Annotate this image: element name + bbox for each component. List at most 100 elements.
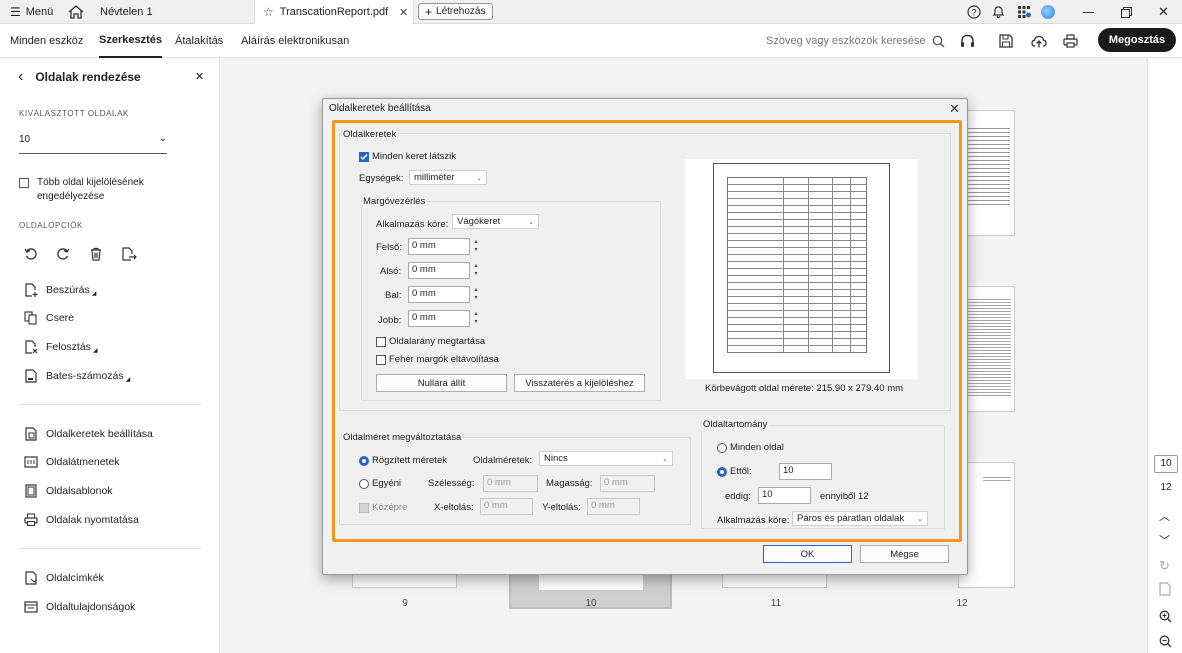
trash-icon[interactable]	[89, 247, 103, 261]
show-all-frames-checkbox[interactable]	[359, 152, 369, 162]
tool-bates[interactable]: Bates-számozás ◢	[24, 369, 130, 383]
tool-page-boxes[interactable]: Oldalkeretek beállítása	[24, 427, 153, 441]
right-margin-spinner[interactable]: ▴ ▾	[471, 310, 481, 327]
tool-print-pages[interactable]: Oldalak nyomtatása	[24, 513, 139, 527]
page-number: 11	[770, 598, 782, 609]
apply-scope-label: Alkalmazás köre:	[717, 515, 790, 526]
insert-page-icon	[24, 283, 38, 297]
current-page-input[interactable]: 10	[1154, 455, 1178, 473]
tool-page-labels[interactable]: Oldalcímkék	[24, 571, 104, 585]
close-sidebar-icon[interactable]: ✕	[195, 70, 204, 83]
apply-scope-dropdown[interactable]: Páros és páratlan oldalak ⌄	[792, 511, 928, 526]
star-icon[interactable]: ☆	[263, 5, 274, 19]
cancel-label: Mégse	[890, 548, 919, 560]
units-dropdown[interactable]: milliméter ⌄	[409, 170, 487, 185]
rotate-left-icon[interactable]	[24, 247, 38, 261]
close-window-icon[interactable]: ✕	[1158, 0, 1169, 24]
top-margin-input[interactable]: 0 mm	[408, 238, 470, 255]
show-all-frames-label: Minden keret látszik	[372, 151, 456, 162]
sidebar: ‹ Oldalak rendezése ✕ KIVÁLASZTOTT OLDAL…	[0, 58, 220, 653]
cloud-upload-icon[interactable]	[1031, 24, 1047, 58]
menu-convert[interactable]: Átalakítás	[175, 24, 223, 58]
chevron-down-icon[interactable]: ﹀	[1159, 532, 1170, 548]
apps-grid-icon[interactable]	[1017, 0, 1031, 24]
avatar[interactable]	[1041, 0, 1055, 24]
zoom-in-icon[interactable]	[1159, 610, 1172, 623]
left-margin-spinner[interactable]: ▴ ▾	[471, 286, 481, 303]
page-number: 12	[956, 598, 968, 609]
home-icon[interactable]	[68, 0, 84, 24]
apply-to-dropdown[interactable]: Vágókeret ⌄	[452, 214, 539, 229]
tool-page-properties[interactable]: Oldaltulajdonságok	[24, 600, 135, 614]
multi-select-checkbox[interactable]	[19, 178, 29, 188]
bottom-margin-spinner[interactable]: ▴ ▾	[471, 262, 481, 279]
document-icon[interactable]	[1159, 582, 1171, 596]
title-bar: ☰ Menü Névtelen 1 ☆ TranscationReport.pd…	[0, 0, 1182, 24]
refresh-icon[interactable]: ↻	[1159, 558, 1170, 574]
keep-ratio-checkbox[interactable]	[376, 337, 386, 347]
selected-page-dropdown[interactable]: 10 ⌄	[19, 133, 167, 154]
revert-selection-button[interactable]: Visszatérés a kijelöléshez	[514, 374, 645, 392]
right-margin-input[interactable]: 0 mm	[408, 310, 470, 327]
to-input[interactable]: 10	[758, 487, 811, 504]
chevron-down-icon: ⌄	[158, 133, 167, 144]
save-icon[interactable]	[999, 24, 1013, 58]
dialog-title: Oldalkeretek beállítása	[329, 103, 431, 114]
tab-transaction-report[interactable]: ☆ TranscationReport.pdf ✕	[254, 0, 414, 24]
custom-size-label: Egyéni	[372, 478, 402, 489]
tool-bates-label: Bates-számozás	[46, 370, 124, 382]
custom-size-radio[interactable]	[359, 479, 369, 489]
tool-transitions[interactable]: Oldalátmenetek	[24, 455, 120, 469]
zoom-out-icon[interactable]	[1159, 635, 1172, 648]
replace-page-icon	[24, 311, 38, 325]
rotate-right-icon[interactable]	[56, 247, 70, 261]
top-margin-spinner[interactable]: ▴ ▾	[471, 238, 481, 255]
width-input[interactable]: 0 mm	[483, 475, 538, 492]
center-checkbox[interactable]	[359, 503, 369, 513]
y-offset-input[interactable]: 0 mm	[587, 498, 640, 515]
tool-templates[interactable]: Oldalsablonok	[24, 484, 113, 498]
chevron-up-icon[interactable]: ︿	[1159, 508, 1170, 524]
headphones-icon[interactable]	[960, 24, 975, 58]
tool-transitions-label: Oldalátmenetek	[46, 456, 120, 468]
bottom-margin-input[interactable]: 0 mm	[408, 262, 470, 279]
all-pages-radio[interactable]	[717, 443, 727, 453]
extract-page-icon[interactable]	[122, 247, 138, 262]
tab-untitled[interactable]: Névtelen 1	[88, 0, 254, 24]
cancel-button[interactable]: Mégse	[860, 545, 949, 563]
back-arrow-icon[interactable]: ‹	[18, 68, 23, 86]
menu-edit[interactable]: Szerkesztés	[99, 24, 162, 58]
menu-all-tools[interactable]: Minden eszköz	[10, 24, 83, 58]
tool-insert-label: Beszúrás	[46, 284, 90, 296]
x-offset-input[interactable]: 0 mm	[480, 498, 533, 515]
menu-button[interactable]: ☰ Menü	[10, 0, 53, 24]
left-margin-label: Bal:	[385, 290, 402, 301]
restore-icon[interactable]	[1121, 0, 1132, 24]
reset-zero-button[interactable]: Nullára állít	[376, 374, 507, 392]
share-button[interactable]: Megosztás	[1098, 28, 1176, 52]
tool-replace[interactable]: Csere	[24, 311, 74, 325]
menu-e-sign[interactable]: Aláírás elektronikusan	[241, 24, 349, 58]
tool-insert[interactable]: Beszúrás ◢	[24, 283, 96, 297]
remove-white-checkbox[interactable]	[376, 355, 386, 365]
search-icon[interactable]	[932, 35, 945, 48]
bell-icon[interactable]	[992, 0, 1005, 24]
new-tab-label: Létrehozás	[436, 6, 486, 17]
menu-edit-label: Szerkesztés	[99, 34, 162, 46]
page-sizes-dropdown[interactable]: Nincs ⌄	[539, 451, 673, 466]
minimize-icon[interactable]	[1083, 0, 1094, 24]
height-input[interactable]: 0 mm	[600, 475, 655, 492]
search-field[interactable]: Szöveg vagy eszközök keresése	[766, 24, 945, 58]
from-radio[interactable]	[717, 467, 727, 477]
fixed-sizes-radio[interactable]	[359, 456, 369, 466]
close-tab-icon[interactable]: ✕	[399, 6, 408, 19]
print-icon[interactable]	[1063, 24, 1078, 58]
left-margin-input[interactable]: 0 mm	[408, 286, 470, 303]
help-icon[interactable]: ?	[967, 0, 981, 24]
from-input[interactable]: 10	[779, 463, 832, 480]
apply-scope-value: Páros és páratlan oldalak	[797, 513, 905, 524]
dialog-close-icon[interactable]: ✕	[949, 101, 960, 117]
new-tab-button[interactable]: + Létrehozás	[418, 3, 493, 20]
ok-button[interactable]: OK	[763, 545, 852, 563]
tool-split[interactable]: Felosztás ◢	[24, 340, 98, 354]
